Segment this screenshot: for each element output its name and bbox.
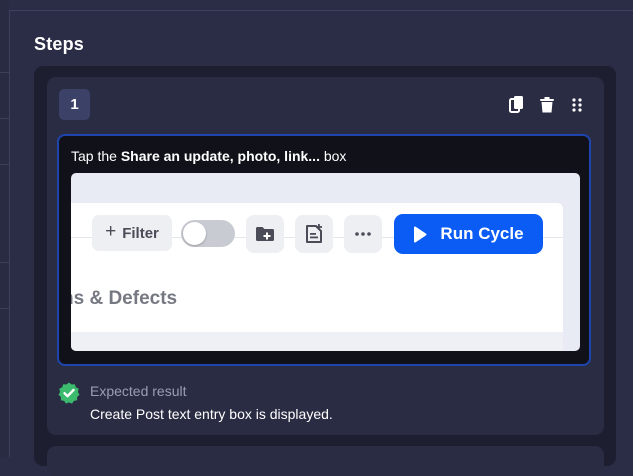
expected-result-field[interactable]: Create Post text entry box is displayed. [90, 406, 333, 422]
next-step-card [47, 446, 604, 476]
screenshot-run-cycle-button: Run Cycle [394, 214, 543, 254]
check-badge-icon [58, 382, 80, 404]
run-cycle-label: Run Cycle [440, 224, 524, 243]
sidebar-divider [0, 164, 9, 165]
sidebar-divider [0, 262, 9, 263]
screenshot-filter-button: + Filter [92, 215, 172, 251]
screenshot-toggle [181, 220, 235, 247]
expected-result-label: Expected result [90, 383, 187, 399]
instruction-suffix: box [319, 148, 347, 164]
step-instruction-text: Tap the Share an update, photo, link... … [71, 148, 346, 164]
top-bar [9, 0, 633, 11]
screenshot-section-heading: ns & Defects [71, 288, 178, 309]
copy-icon[interactable] [508, 96, 526, 114]
drag-handle-icon[interactable] [568, 96, 586, 114]
trash-icon[interactable] [538, 96, 556, 114]
attached-screenshot: + Filter Run Cycle ns & Defects [71, 173, 580, 351]
sidebar-divider [0, 308, 9, 309]
folder-add-icon [246, 215, 284, 253]
more-icon [344, 215, 382, 253]
section-title: Steps [34, 34, 85, 54]
step-number-badge: 1 [59, 89, 90, 120]
note-add-icon [295, 215, 333, 253]
sidebar-divider [0, 118, 9, 119]
left-sidebar-edge [0, 0, 10, 457]
toggle-knob [183, 222, 206, 245]
screenshot-bottom-strip [71, 332, 563, 351]
plus-icon: + [105, 221, 117, 242]
instruction-prefix: Tap the [71, 148, 121, 164]
sidebar-divider [0, 72, 9, 73]
instruction-bold-target: Share an update, photo, link... [120, 148, 320, 164]
play-icon [414, 226, 427, 242]
filter-label: Filter [122, 224, 159, 242]
